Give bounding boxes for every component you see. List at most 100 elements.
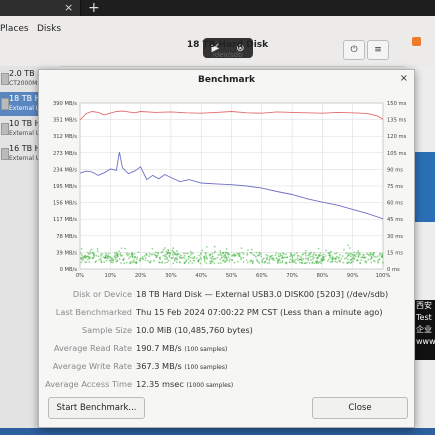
y-left-tick-label: 351 MB/s [53, 118, 77, 124]
row-label: Average Read Rate [53, 343, 132, 353]
access-time-point [187, 262, 190, 264]
access-time-point [210, 261, 213, 264]
access-time-point [110, 259, 112, 262]
access-time-point [148, 255, 151, 258]
access-time-point [205, 245, 208, 248]
access-time-point [156, 254, 159, 257]
access-time-point [191, 257, 194, 260]
access-time-point [353, 251, 356, 254]
access-time-point [172, 262, 175, 265]
drive-icon [1, 98, 9, 110]
access-time-point [296, 257, 299, 260]
close-button[interactable]: Close [312, 397, 408, 419]
access-time-point [100, 255, 103, 257]
row-note: (100 samples) [184, 346, 228, 353]
access-time-point [213, 251, 216, 254]
y-right-tick-label: 60 ms [387, 201, 403, 207]
access-time-point [145, 253, 148, 256]
access-time-point [285, 262, 288, 265]
access-time-point [277, 253, 280, 255]
access-time-point [260, 253, 262, 256]
access-time-point [381, 261, 384, 264]
access-time-point [349, 253, 351, 255]
access-time-point [168, 256, 171, 258]
access-time-point [343, 249, 345, 251]
access-time-point [231, 254, 234, 257]
ad-line: www [416, 337, 435, 346]
access-time-point [217, 262, 220, 264]
dialog-close-icon[interactable]: × [400, 73, 408, 84]
access-time-point [360, 259, 363, 262]
y-left-tick-label: 273 MB/s [53, 151, 77, 157]
access-time-point [118, 250, 120, 253]
access-time-point [179, 261, 181, 264]
new-tab-icon[interactable]: + [88, 0, 100, 16]
access-time-point [128, 262, 131, 264]
access-time-point [97, 255, 100, 258]
access-time-point [335, 252, 338, 255]
access-time-point [241, 251, 244, 254]
access-time-point [220, 256, 223, 259]
x-tick-label: 100% [376, 273, 391, 279]
access-time-point [291, 255, 294, 258]
access-time-point [143, 255, 146, 257]
access-time-point [245, 259, 248, 261]
access-time-point [205, 256, 208, 259]
access-time-point [162, 248, 165, 251]
y-right-tick-label: 90 ms [387, 167, 403, 173]
access-time-point [234, 254, 237, 257]
access-time-point [237, 253, 240, 256]
access-time-point [170, 257, 173, 260]
access-time-point [240, 256, 243, 259]
x-tick-label: 0% [76, 273, 84, 279]
access-time-point [192, 259, 195, 262]
power-button[interactable]: ⏻ [343, 40, 365, 60]
row-value: 18 TB Hard Disk — External USB3.0 DISK00… [136, 289, 388, 299]
menu-button[interactable]: ≡ [367, 40, 389, 60]
access-time-point [144, 259, 147, 262]
access-time-point [205, 262, 208, 265]
access-time-point [338, 256, 340, 259]
access-time-point [104, 256, 107, 259]
access-time-point [160, 251, 163, 254]
access-time-point [135, 260, 138, 263]
access-time-point [317, 247, 320, 250]
access-time-point [286, 256, 289, 259]
tab-close-icon[interactable]: × [64, 0, 73, 16]
access-time-point [246, 252, 248, 255]
access-time-point [114, 254, 117, 257]
access-time-point [367, 253, 369, 256]
access-time-point [377, 261, 380, 264]
access-time-point [348, 261, 351, 264]
access-time-point [102, 256, 105, 259]
y-left-tick-label: 234 MB/s [53, 167, 77, 173]
start-benchmark-button[interactable]: Start Benchmark... [48, 397, 145, 419]
taskbar [0, 428, 435, 435]
menu-disks[interactable]: Disks [37, 24, 61, 34]
sidebar-item-label: 18 TB H [9, 94, 41, 103]
access-time-point [185, 259, 188, 261]
access-time-point [131, 255, 134, 258]
access-time-point [331, 257, 334, 260]
row-value: 10.0 MiB (10,485,760 bytes) [136, 325, 253, 335]
access-time-point [251, 262, 254, 265]
access-time-point [166, 261, 169, 264]
access-time-point [209, 256, 212, 259]
menu-places[interactable]: Places [0, 24, 29, 34]
benchmark-dialog: Benchmark × 390 MB/s 150 ms 351 MB/s 135 ms… [38, 69, 415, 428]
access-time-point [213, 245, 216, 248]
access-time-point [252, 260, 255, 263]
access-time-point [275, 252, 278, 255]
access-time-point [136, 256, 139, 259]
access-time-point [255, 258, 258, 261]
access-time-point [289, 258, 292, 261]
access-time-point [342, 261, 345, 264]
access-time-point [177, 253, 179, 256]
access-time-point [201, 249, 204, 252]
access-time-point [336, 261, 338, 264]
access-time-point [291, 258, 294, 261]
access-time-point [246, 261, 249, 264]
access-time-point [264, 260, 266, 263]
y-right-tick-label: 150 ms [387, 101, 407, 107]
access-time-point [315, 261, 318, 264]
